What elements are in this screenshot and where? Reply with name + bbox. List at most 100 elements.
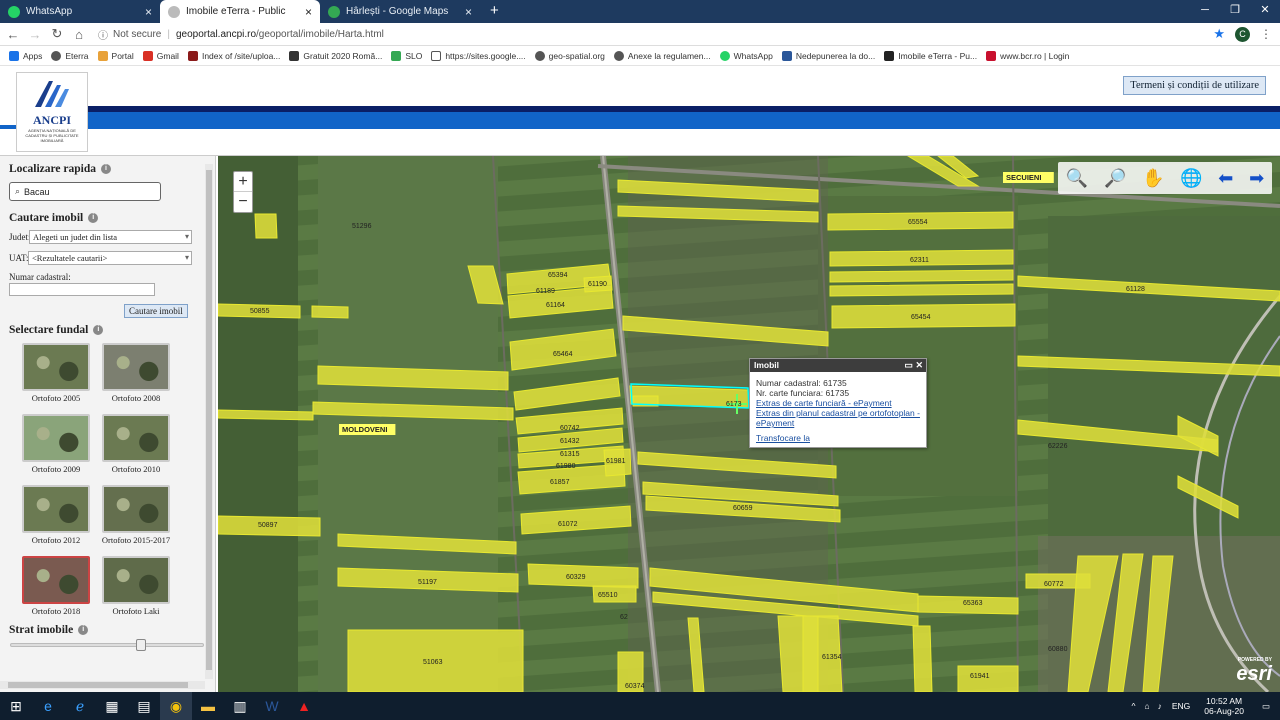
bookmark-eterra[interactable]: Eterra — [51, 50, 89, 61]
judet-select[interactable]: Alegeti un judet din lista — [29, 230, 192, 244]
panel-vertical-scrollbar[interactable] — [205, 164, 213, 679]
bookmark-portal[interactable]: Portal — [97, 50, 134, 61]
edge-browser-icon[interactable]: e — [32, 692, 64, 720]
forward-icon[interactable]: → — [26, 27, 44, 42]
cadastral-plan-extract-link[interactable]: Extras din planul cadastral pe ortofotop… — [756, 408, 920, 428]
close-window-icon[interactable]: ✕ — [1250, 0, 1280, 20]
background-thumbnail[interactable] — [102, 556, 170, 604]
zoom-to-link[interactable]: Transfocare la — [756, 433, 920, 443]
quick-locate-heading: Localizare rapida i — [9, 163, 111, 175]
close-icon[interactable]: ✕ — [915, 360, 923, 370]
close-icon[interactable]: × — [465, 5, 472, 19]
search-icon: ⌕ — [15, 186, 21, 196]
panel-horizontal-scrollbar[interactable] — [0, 681, 205, 689]
reload-icon[interactable]: ↻ — [48, 26, 66, 42]
zoom-out-button[interactable]: − — [234, 192, 252, 212]
bookmark-gratuit[interactable]: Gratuit 2020 Romă... — [289, 50, 382, 61]
zoom-in-tool-icon[interactable]: 🔍 — [1066, 168, 1088, 189]
background-thumbnail[interactable] — [102, 414, 170, 462]
chrome-icon[interactable]: ◉ — [160, 692, 192, 720]
network-icon[interactable]: ⌂ — [1144, 701, 1149, 711]
url-path: /geoportal/imobile/Harta.html — [256, 28, 384, 40]
pan-hand-icon[interactable]: ✋ — [1142, 168, 1164, 189]
bookmark-apps[interactable]: Apps — [9, 50, 42, 61]
notes-icon[interactable]: ▤ — [128, 692, 160, 720]
acrobat-icon[interactable]: ▲ — [288, 692, 320, 720]
info-icon[interactable]: i — [88, 213, 99, 223]
tray-chevron-icon[interactable]: ^ — [1131, 701, 1135, 711]
calculator-icon[interactable]: ▦ — [96, 692, 128, 720]
search-property-button[interactable]: Cautare imobil — [124, 304, 188, 318]
bookmark-slo[interactable]: SLO — [391, 50, 422, 61]
parcel-label: 51197 — [418, 579, 437, 586]
maximize-icon[interactable]: ▭ — [904, 360, 913, 370]
bookmark-sites-google[interactable]: https://sites.google.... — [431, 50, 526, 61]
restore-icon[interactable]: ❐ — [1220, 0, 1250, 20]
cadastral-input[interactable] — [9, 283, 155, 296]
notifications-icon[interactable]: ▭ — [1262, 701, 1270, 712]
scroll-thumb[interactable] — [8, 682, 188, 688]
globe-icon — [51, 50, 62, 61]
tab-google-maps[interactable]: Hârlești - Google Maps × — [320, 0, 480, 23]
tab-whatsapp[interactable]: WhatsApp × — [0, 0, 160, 23]
calendar-icon[interactable]: ▥ — [224, 692, 256, 720]
file-explorer-icon[interactable]: ▬ — [192, 692, 224, 720]
land-book-extract-link[interactable]: Extras de carte funciară - ePayment — [756, 398, 920, 408]
minimize-icon[interactable]: ─ — [1190, 0, 1220, 20]
drive-icon — [391, 50, 402, 61]
quick-locate-input[interactable]: ⌕ Bacau — [9, 182, 161, 201]
bookmark-geo-spatial[interactable]: geo-spatial.org — [534, 50, 605, 61]
start-windows-icon[interactable]: ⊞ — [0, 692, 32, 720]
info-icon[interactable]: i — [93, 325, 104, 335]
bookmark-star-icon[interactable]: ★ — [1213, 26, 1225, 42]
map-view[interactable]: 51296 65394 61189 61190 61164 50855 65464 60742… — [218, 156, 1280, 692]
opacity-slider-handle[interactable] — [136, 639, 146, 651]
url-field[interactable]: ⓘ Not secure | geoportal.ancpi.ro /geopo… — [98, 25, 1213, 44]
esri-attribution-logo: POWERED BY esri — [1236, 657, 1272, 685]
bookmark-anexe[interactable]: Anexe la regulamen... — [613, 50, 711, 61]
bookmark-bcr[interactable]: www.bcr.ro | Login — [986, 50, 1069, 61]
bookmark-whatsapp[interactable]: WhatsApp — [719, 50, 773, 61]
bookmark-nedepunerea[interactable]: Nedepunerea la do... — [781, 50, 875, 61]
language-indicator[interactable]: ENG — [1172, 701, 1190, 711]
info-icon[interactable]: ⓘ — [98, 27, 108, 42]
parcel-label: 60374 — [625, 683, 645, 690]
bookmark-gmail[interactable]: Gmail — [142, 50, 179, 61]
previous-extent-arrow-icon[interactable]: ⬅ — [1218, 168, 1233, 189]
tab-imobile-eterra[interactable]: Imobile eTerra - Public × — [160, 0, 320, 23]
word-icon[interactable]: W — [256, 692, 288, 720]
close-icon[interactable]: × — [145, 5, 152, 19]
next-extent-arrow-icon[interactable]: ➡ — [1249, 168, 1264, 189]
info-icon[interactable]: i — [78, 625, 89, 635]
background-thumbnail[interactable] — [102, 485, 170, 533]
more-menu-icon[interactable]: ⋮ — [1260, 27, 1272, 41]
clock[interactable]: 10:52 AM 06-Aug-20 — [1204, 696, 1244, 716]
back-icon[interactable]: ← — [4, 27, 22, 42]
parcel-label: 60659 — [733, 505, 753, 512]
info-icon[interactable]: i — [101, 164, 111, 174]
parcel-label: 65394 — [548, 272, 568, 279]
scroll-thumb[interactable] — [206, 170, 212, 670]
home-icon[interactable]: ⌂ — [70, 27, 88, 42]
close-icon[interactable]: × — [305, 5, 312, 19]
ie-browser-icon[interactable]: ℯ — [64, 692, 96, 720]
zoom-in-button[interactable]: + — [234, 172, 252, 192]
gmail-icon — [142, 50, 153, 61]
new-tab-button[interactable]: + — [480, 0, 509, 23]
terms-button[interactable]: Termeni și condiții de utilizare — [1123, 76, 1266, 95]
opacity-slider-track[interactable] — [10, 643, 204, 647]
zoom-out-tool-icon[interactable]: 🔎 — [1104, 168, 1126, 189]
logo-text: ANCPI — [33, 113, 71, 127]
background-thumbnail[interactable] — [22, 485, 90, 533]
full-extent-globe-icon[interactable]: 🌐 — [1180, 168, 1202, 189]
profile-avatar[interactable]: C — [1235, 26, 1250, 42]
uat-select[interactable]: <Rezultatele cautarii> — [28, 251, 192, 265]
volume-icon[interactable]: ♪ — [1158, 701, 1162, 711]
bookmark-index[interactable]: Index of /site/uploa... — [187, 50, 280, 61]
background-thumbnail[interactable] — [22, 414, 90, 462]
background-thumbnail[interactable] — [102, 343, 170, 391]
background-thumbnail[interactable] — [22, 343, 90, 391]
bookmark-imobile[interactable]: Imobile eTerra - Pu... — [884, 50, 977, 61]
background-thumbnail[interactable] — [22, 556, 90, 604]
ancpi-logo[interactable]: ANCPI AGENȚIA NAȚIONALĂ DE CADASTRU ȘI P… — [16, 72, 88, 152]
